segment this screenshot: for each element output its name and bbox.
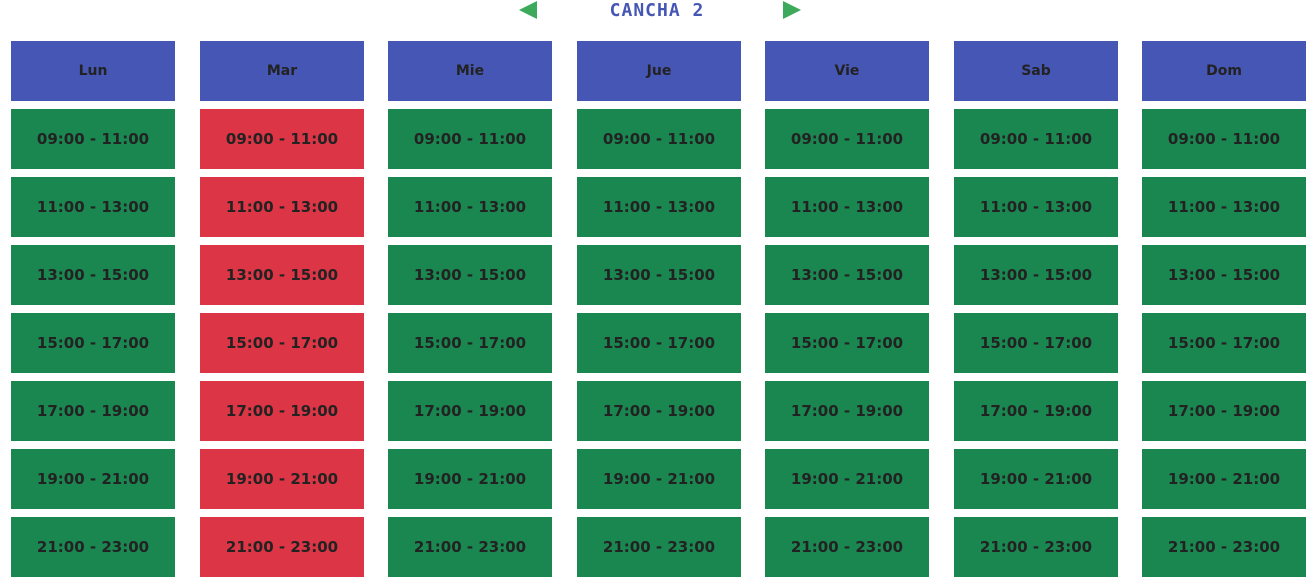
time-slot-available[interactable]: 09:00 - 11:00 [954,109,1118,169]
triangle-left-icon[interactable] [519,1,537,19]
time-slot-available[interactable]: 11:00 - 13:00 [388,177,552,237]
day-header: Mie [388,41,552,101]
time-slot-available[interactable]: 13:00 - 15:00 [765,245,929,305]
time-slot-booked[interactable]: 11:00 - 13:00 [200,177,364,237]
triangle-right-icon[interactable] [783,1,801,19]
time-slot-available[interactable]: 15:00 - 17:00 [1142,313,1306,373]
time-slot-available[interactable]: 17:00 - 19:00 [1142,381,1306,441]
time-slot-available[interactable]: 11:00 - 13:00 [954,177,1118,237]
time-slot-available[interactable]: 09:00 - 11:00 [11,109,175,169]
day-header: Lun [11,41,175,101]
time-slot-available[interactable]: 19:00 - 21:00 [388,449,552,509]
time-slot-available[interactable]: 17:00 - 19:00 [765,381,929,441]
time-slot-booked[interactable]: 13:00 - 15:00 [200,245,364,305]
time-slot-available[interactable]: 13:00 - 15:00 [577,245,741,305]
time-slot-available[interactable]: 19:00 - 21:00 [11,449,175,509]
time-slot-available[interactable]: 15:00 - 17:00 [765,313,929,373]
time-slot-available[interactable]: 11:00 - 13:00 [11,177,175,237]
time-slot-available[interactable]: 17:00 - 19:00 [388,381,552,441]
time-slot-available[interactable]: 17:00 - 19:00 [11,381,175,441]
time-slot-available[interactable]: 11:00 - 13:00 [765,177,929,237]
time-slot-booked[interactable]: 21:00 - 23:00 [200,517,364,577]
time-slot-available[interactable]: 13:00 - 15:00 [11,245,175,305]
time-slot-available[interactable]: 21:00 - 23:00 [1142,517,1306,577]
time-slot-available[interactable]: 19:00 - 21:00 [1142,449,1306,509]
day-header: Vie [765,41,929,101]
time-slot-booked[interactable]: 09:00 - 11:00 [200,109,364,169]
court-title: CANCHA 2 [609,0,705,21]
time-slot-available[interactable]: 13:00 - 15:00 [388,245,552,305]
time-slot-available[interactable]: 21:00 - 23:00 [765,517,929,577]
time-slot-available[interactable]: 15:00 - 17:00 [11,313,175,373]
time-slot-available[interactable]: 19:00 - 21:00 [765,449,929,509]
time-slot-available[interactable]: 11:00 - 13:00 [1142,177,1306,237]
time-slot-booked[interactable]: 15:00 - 17:00 [200,313,364,373]
time-slot-available[interactable]: 15:00 - 17:00 [954,313,1118,373]
day-header: Jue [577,41,741,101]
time-slot-available[interactable]: 09:00 - 11:00 [1142,109,1306,169]
court-header: CANCHA 2 [0,0,1312,24]
time-slot-available[interactable]: 17:00 - 19:00 [954,381,1118,441]
time-slot-available[interactable]: 21:00 - 23:00 [954,517,1118,577]
time-slot-booked[interactable]: 17:00 - 19:00 [200,381,364,441]
time-slot-available[interactable]: 19:00 - 21:00 [577,449,741,509]
time-slot-available[interactable]: 21:00 - 23:00 [388,517,552,577]
time-slot-available[interactable]: 13:00 - 15:00 [1142,245,1306,305]
time-slot-booked[interactable]: 19:00 - 21:00 [200,449,364,509]
time-slot-available[interactable]: 15:00 - 17:00 [388,313,552,373]
day-header: Sab [954,41,1118,101]
time-slot-available[interactable]: 09:00 - 11:00 [765,109,929,169]
time-slot-available[interactable]: 17:00 - 19:00 [577,381,741,441]
time-slot-available[interactable]: 21:00 - 23:00 [11,517,175,577]
time-slot-available[interactable]: 21:00 - 23:00 [577,517,741,577]
time-slot-available[interactable]: 13:00 - 15:00 [954,245,1118,305]
day-header: Dom [1142,41,1306,101]
time-slot-available[interactable]: 19:00 - 21:00 [954,449,1118,509]
time-slot-available[interactable]: 15:00 - 17:00 [577,313,741,373]
day-header: Mar [200,41,364,101]
time-slot-available[interactable]: 11:00 - 13:00 [577,177,741,237]
time-slot-available[interactable]: 09:00 - 11:00 [577,109,741,169]
time-slot-available[interactable]: 09:00 - 11:00 [388,109,552,169]
